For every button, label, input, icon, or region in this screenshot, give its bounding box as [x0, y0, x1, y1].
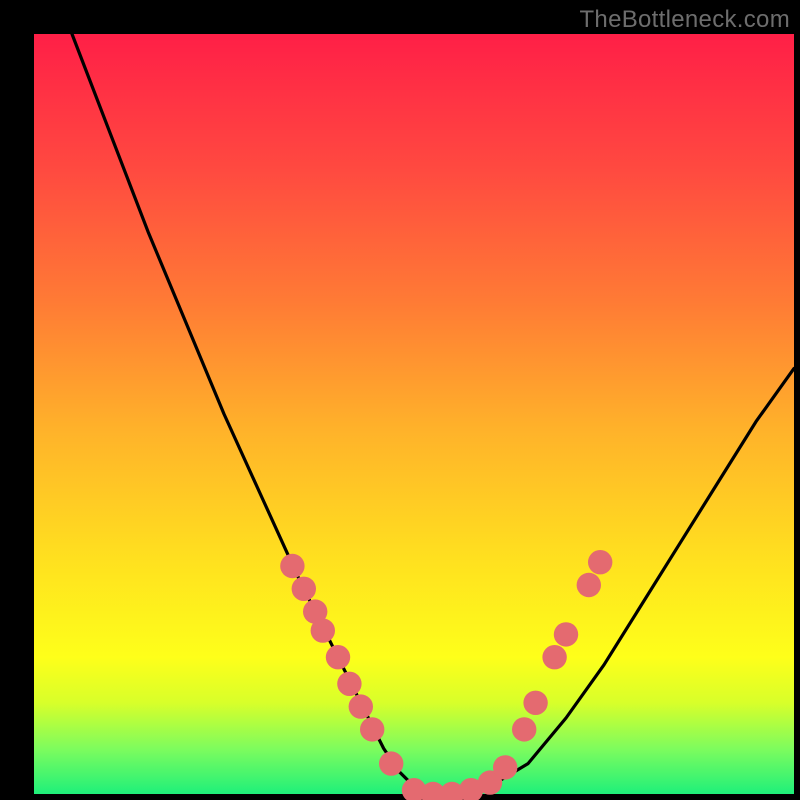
data-marker — [493, 755, 517, 779]
marker-group — [280, 550, 612, 800]
data-marker — [337, 672, 361, 696]
data-marker — [311, 618, 335, 642]
data-marker — [349, 694, 373, 718]
data-marker — [280, 554, 304, 578]
data-marker — [292, 577, 316, 601]
data-marker — [554, 622, 578, 646]
chart-frame: TheBottleneck.com — [0, 0, 800, 800]
data-marker — [523, 691, 547, 715]
data-marker — [379, 751, 403, 775]
data-marker — [326, 645, 350, 669]
chart-svg — [34, 34, 794, 794]
data-marker — [360, 717, 384, 741]
watermark-text: TheBottleneck.com — [579, 6, 790, 34]
data-marker — [512, 717, 536, 741]
bottleneck-curve — [72, 34, 794, 794]
data-marker — [588, 550, 612, 574]
plot-area — [34, 34, 794, 794]
data-marker — [542, 645, 566, 669]
data-marker — [577, 573, 601, 597]
